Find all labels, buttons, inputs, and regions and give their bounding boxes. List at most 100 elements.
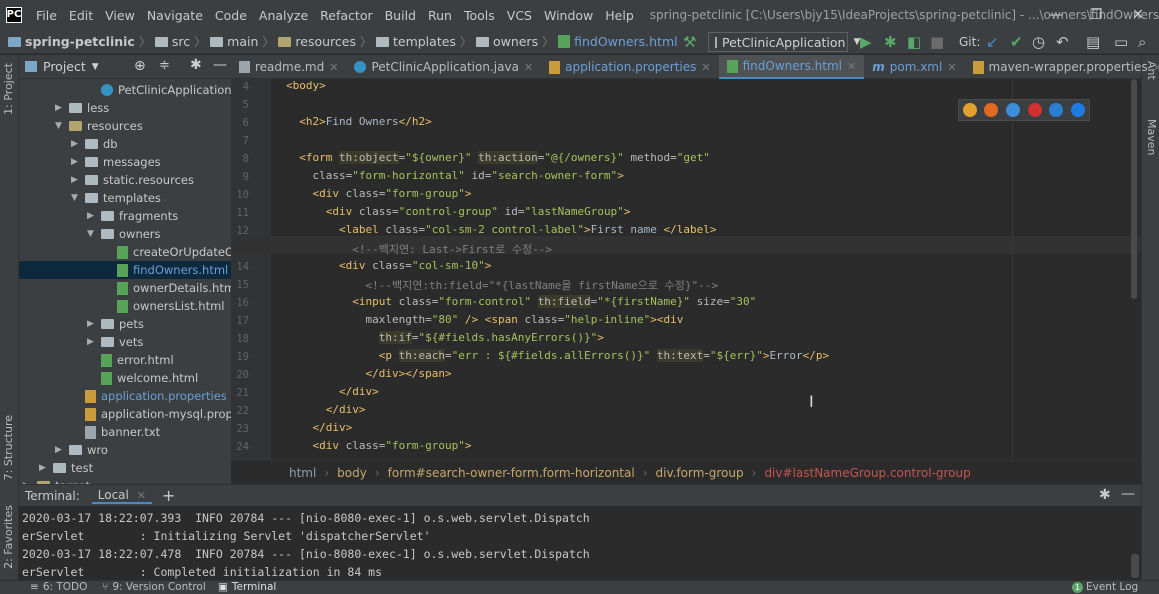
tree-item[interactable]: ▶ fragments [19,207,178,225]
chevron-right-icon[interactable]: ▶ [71,175,85,185]
tree-item[interactable]: ▼ resources [19,117,143,135]
close-icon[interactable]: ✕ [847,60,856,73]
git-update-icon[interactable]: ↙ [986,34,999,50]
tree-item[interactable]: ▶ messages [19,153,161,171]
tree-item[interactable]: ▶ vets [19,333,143,351]
scrollbar-thumb[interactable] [1131,79,1137,299]
chevron-down-icon[interactable]: ▼ [71,193,85,203]
menu-navigate[interactable]: Navigate [141,8,209,23]
tree-item[interactable]: ▶ static.resources [19,171,194,189]
tab-application-properties[interactable]: application.properties ✕ [541,55,718,79]
tree-item[interactable]: ▼ owners [19,225,161,243]
chevron-down-icon[interactable]: ▼ [87,229,101,239]
tree-item[interactable]: application.properties [19,387,227,405]
chevron-right-icon[interactable]: ▶ [71,157,85,167]
minimize-button[interactable]: — [1036,0,1076,30]
chevron-right-icon[interactable]: ▶ [87,337,101,347]
hammer-icon[interactable]: ⚒ [683,34,696,50]
nav-crumb-main[interactable]: main [210,34,258,49]
tab-petclinic-application[interactable]: PetClinicApplication.java ✕ [346,55,541,79]
editor-scrollbar[interactable] [1129,79,1139,460]
tree-item[interactable]: ▶ pets [19,315,144,333]
breadcrumb-item[interactable]: div.form-group [656,466,744,480]
menu-edit[interactable]: Edit [63,8,99,23]
chevron-right-icon[interactable]: ▶ [39,463,53,473]
tab-find-owners[interactable]: findOwners.html ✕ [718,55,865,79]
close-icon[interactable]: ✕ [947,61,956,74]
nav-crumb-file[interactable]: findOwners.html [558,34,678,49]
rollback-icon[interactable]: ↶ [1056,34,1069,50]
tool-tab-structure[interactable]: 7: Structure [2,415,15,480]
safari-icon[interactable] [1006,103,1021,117]
terminal-scrollbar[interactable] [1131,554,1139,578]
breadcrumb-item[interactable]: form#search-owner-form.form-horizontal [388,466,635,480]
tree-item[interactable]: ownerDetails.html [19,279,231,297]
chevron-right-icon[interactable]: ▶ [87,211,101,221]
close-icon[interactable]: ✕ [701,61,710,74]
nav-crumb-templates[interactable]: templates [375,34,456,49]
presentation-icon[interactable]: ▭ [1114,34,1128,50]
close-icon[interactable]: ✕ [329,61,338,74]
menu-vcs[interactable]: VCS [501,8,538,23]
collapse-all-icon[interactable]: ≑ [159,58,170,73]
breadcrumb-item[interactable]: body [337,466,367,480]
search-icon[interactable]: ⌕ [1138,34,1146,50]
gear-icon[interactable]: ✱ [190,57,202,73]
run-icon[interactable]: ▶ [860,34,872,50]
nav-crumb-src[interactable]: src [154,34,190,49]
new-terminal-icon[interactable]: + [162,486,175,505]
terminal-output[interactable]: 2020-03-17 18:22:07.393 INFO 20784 --- [… [19,506,1141,580]
menu-file[interactable]: File [30,8,63,23]
terminal-tab-local[interactable]: Local ✕ [91,488,152,504]
menu-tools[interactable]: Tools [458,8,501,23]
tool-tab-favorites[interactable]: 2: Favorites [2,505,15,569]
tree-item[interactable]: ownersList.html [19,297,224,315]
tab-maven-wrapper-properties[interactable]: maven-wrapper.properties ✕ [965,55,1159,79]
menu-run[interactable]: Run [422,8,458,23]
nav-crumb-owners[interactable]: owners [475,34,538,49]
event-log-button[interactable]: 1 Event Log [1072,581,1138,593]
maximize-button[interactable]: ❐ [1076,0,1116,30]
code-editor[interactable]: 456789101112131415161718192021222324 <bo… [231,79,1141,460]
close-icon[interactable]: ✕ [524,61,533,74]
tree-item[interactable]: ▶target [19,477,90,484]
debug-icon[interactable]: ✱ [884,34,897,50]
coverage-icon[interactable]: ◧ [907,34,921,50]
tree-item[interactable]: welcome.html [19,369,198,387]
todo-tool-button[interactable]: ≡ 6: TODO [30,581,87,593]
project-structure-icon[interactable]: ▤ [1086,34,1100,50]
tree-item[interactable]: ▼ templates [19,189,161,207]
nav-crumb-resources[interactable]: resources [278,34,356,49]
menu-help[interactable]: Help [599,8,640,23]
tree-item[interactable]: PetClinicApplication [19,81,231,99]
history-icon[interactable]: ◷ [1032,34,1045,50]
internet-explorer-icon[interactable] [1049,103,1064,117]
tree-item[interactable]: banner.txt [19,423,160,441]
opera-icon[interactable] [1027,103,1042,117]
close-icon[interactable]: ✕ [137,489,146,502]
gear-icon[interactable]: ✱ [1099,487,1111,503]
chevron-right-icon[interactable]: ▶ [55,103,69,113]
tree-item[interactable]: ▶ less [19,99,109,117]
edge-icon[interactable] [1071,103,1086,117]
breadcrumb-item[interactable]: div#lastNameGroup.control-group [764,466,970,480]
menu-view[interactable]: View [99,8,141,23]
terminal-tool-button[interactable]: ▣ Terminal [218,581,276,593]
menu-window[interactable]: Window [538,8,599,23]
tree-item[interactable]: error.html [19,351,174,369]
chevron-down-icon[interactable]: ▼ [55,121,69,131]
tree-item[interactable]: ▶ test [19,459,93,477]
tab-readme[interactable]: readme.md ✕ [231,55,346,79]
breadcrumb-item[interactable]: html [289,466,316,480]
locate-icon[interactable]: ⊕ [134,58,146,74]
chevron-down-icon[interactable]: ▼ [92,62,99,72]
menu-code[interactable]: Code [209,8,253,23]
tree-item[interactable]: createOrUpdateOwnerForm.html [19,243,231,261]
tree-item[interactable]: application-mysql.properties [19,405,231,423]
hide-panel-icon[interactable]: — [1121,486,1135,502]
tab-pom[interactable]: m pom.xml ✕ [864,55,964,79]
menu-refactor[interactable]: Refactor [314,8,378,23]
chevron-right-icon[interactable]: ▶ [55,445,69,455]
stop-icon[interactable]: ■ [930,34,944,50]
tree-item[interactable]: ▶ db [19,135,118,153]
